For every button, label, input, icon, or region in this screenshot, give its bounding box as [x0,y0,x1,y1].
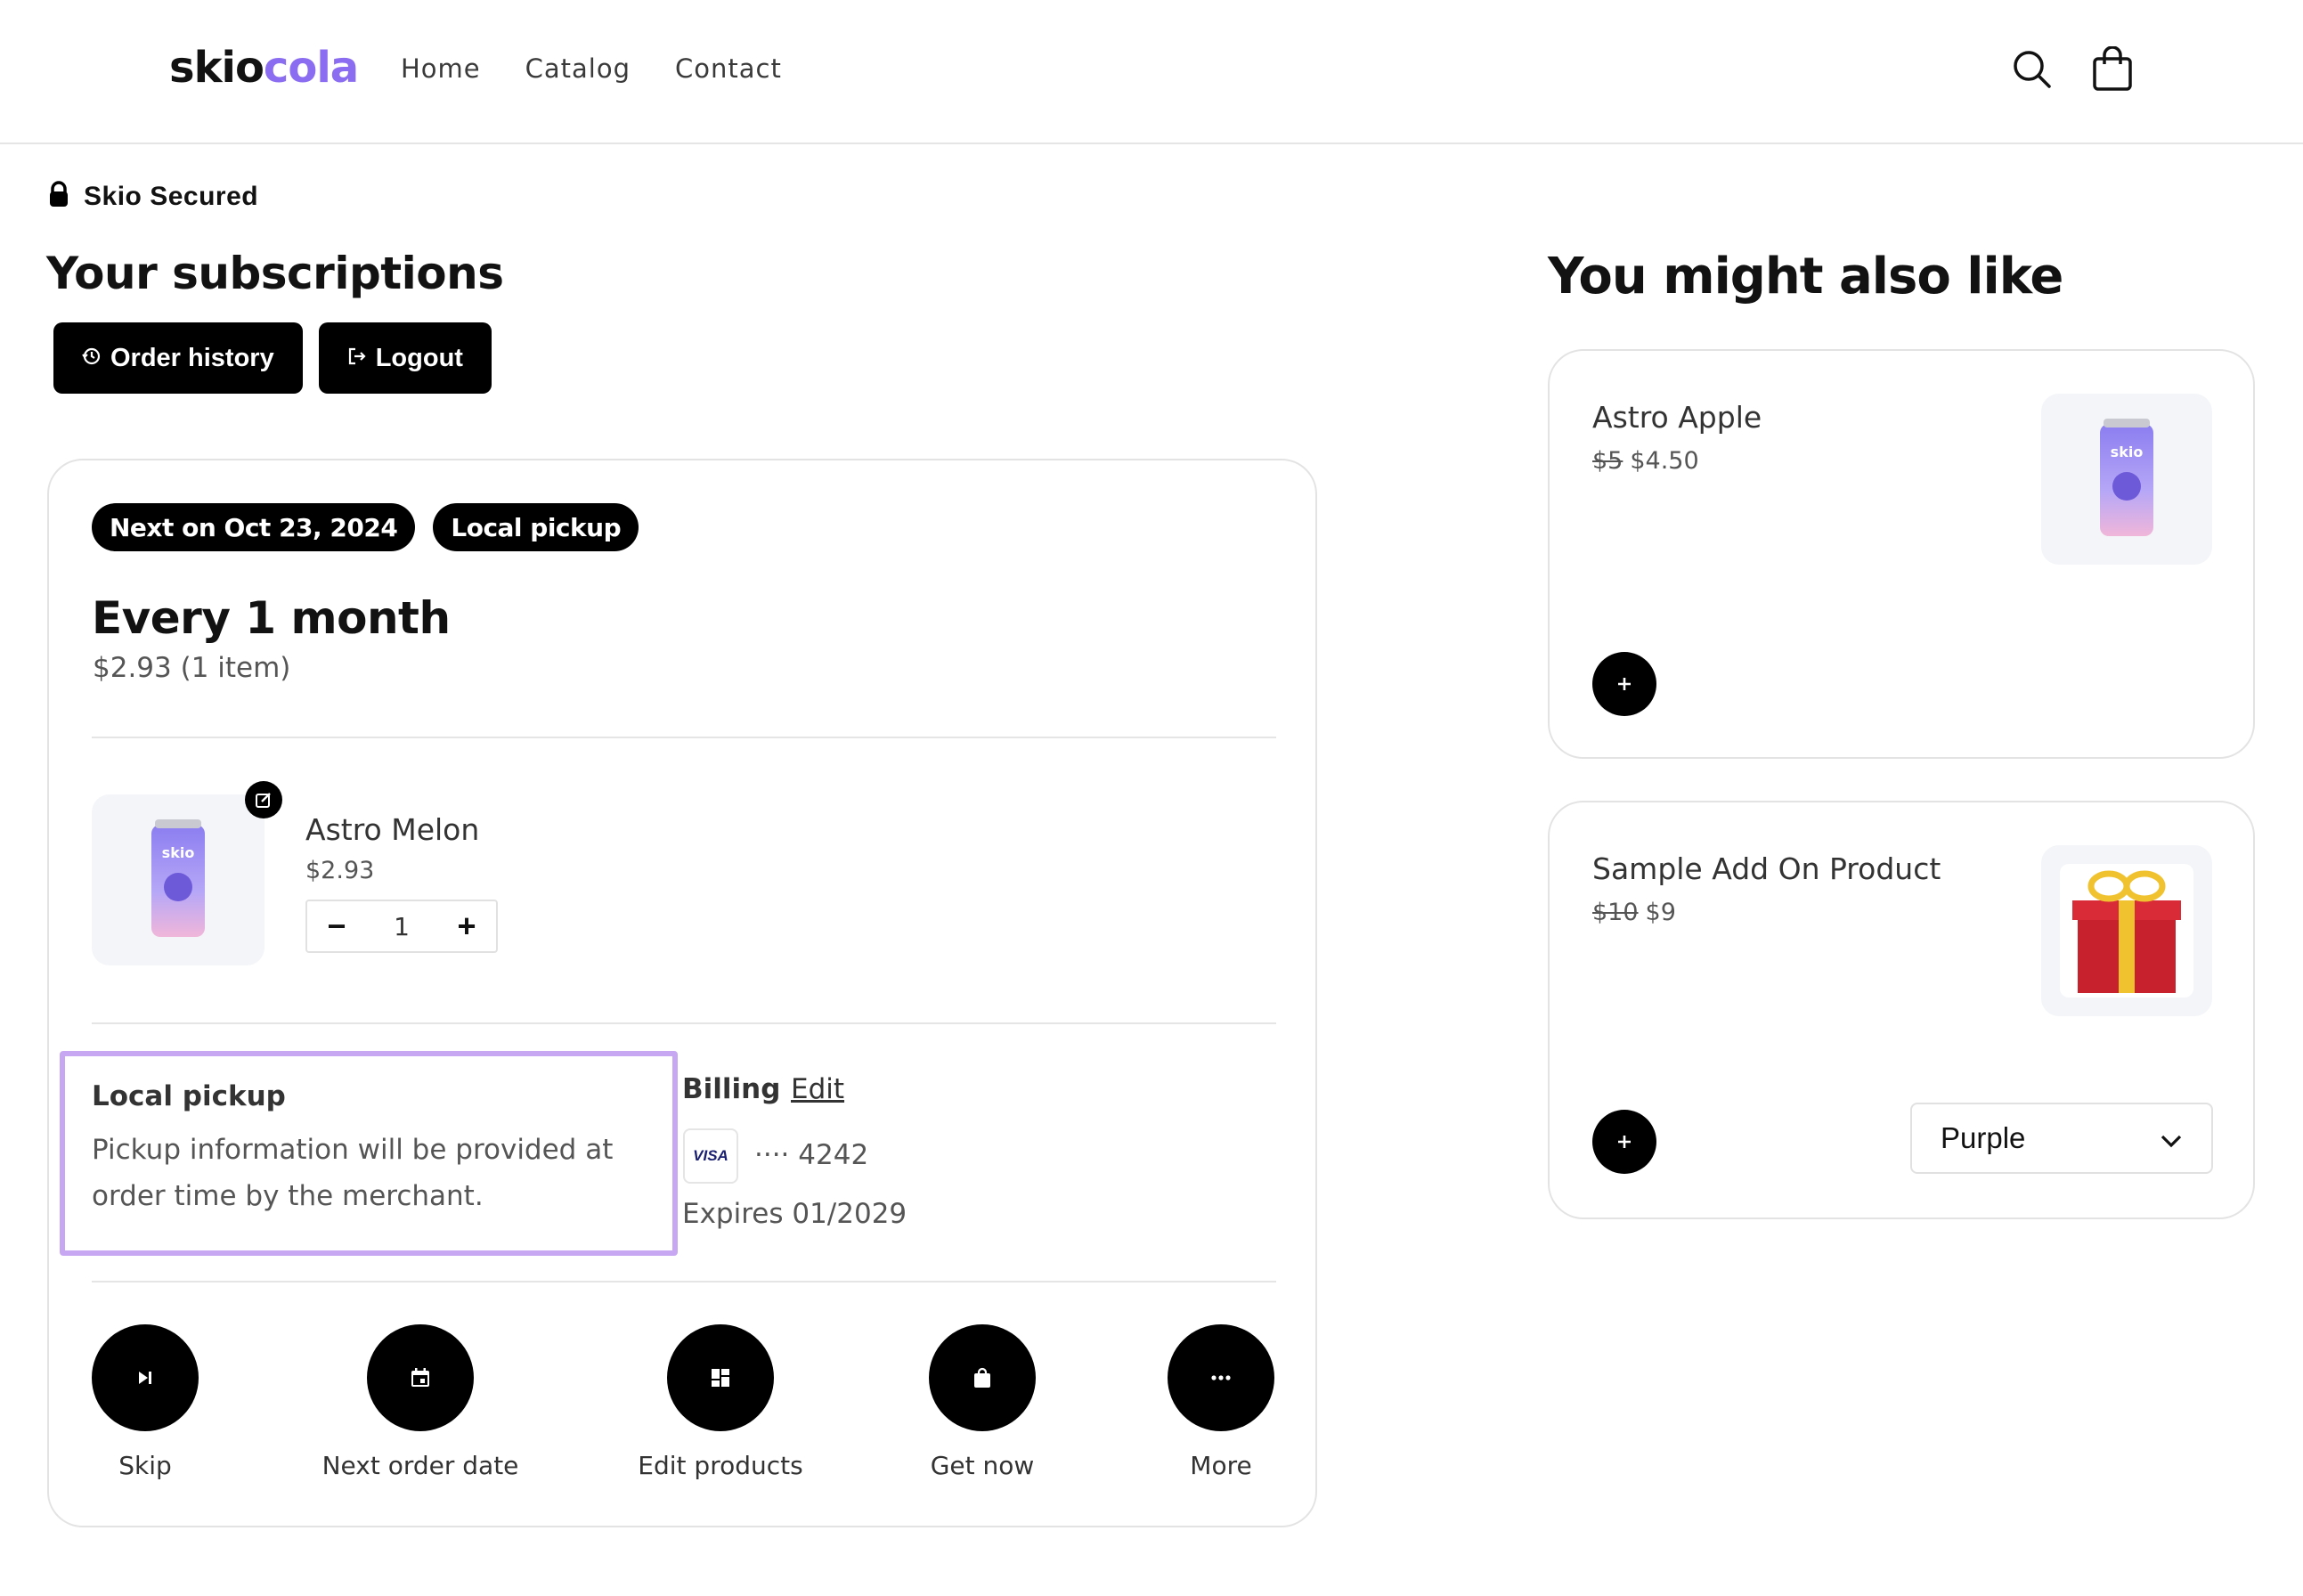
rec-sale-price: $9 [1645,899,1676,926]
card-number: ···· 4242 [754,1139,869,1171]
rec-old-price: $10 [1592,899,1639,926]
bag-icon[interactable] [929,1324,1036,1431]
add-to-subscription-button[interactable] [1592,652,1656,716]
product-name: Astro Melon [305,812,480,847]
recommendation-card: Sample Add On Product $10 $9 Purple [1548,801,2255,1219]
variant-value: Purple [1941,1121,2026,1154]
skip-icon[interactable] [92,1324,199,1431]
logout-icon [347,344,367,373]
nav-contact[interactable]: Contact [675,53,782,84]
order-history-button[interactable]: Order history [53,322,303,394]
quantity-decrease-button[interactable]: − [307,901,366,951]
nav-catalog[interactable]: Catalog [525,53,631,84]
logo-part-cola: cola [263,43,359,93]
nav-home[interactable]: Home [401,53,481,84]
quantity-increase-button[interactable]: + [437,901,496,951]
page-title: Your subscriptions [46,248,504,299]
recommendations-title: You might also like [1548,248,2063,305]
subscription-badges: Next on Oct 23, 2024 Local pickup [92,503,639,551]
secured-label: Skio Secured [84,181,259,211]
recommendation-card: Astro Apple $5 $4.50 skio [1548,349,2255,759]
svg-text:skio: skio [2111,444,2144,460]
rec-product-price: $5 $4.50 [1592,447,1699,475]
chevron-down-icon [2160,1121,2183,1155]
rec-old-price: $5 [1592,447,1623,475]
card-expiry: Expires 01/2029 [682,1198,907,1230]
history-icon [82,344,102,373]
next-order-date-label: Next order date [321,1451,519,1480]
edit-products-action[interactable]: Edit products [605,1324,836,1480]
logout-label: Logout [375,343,463,372]
divider [92,1281,1276,1282]
pickup-text: Pickup information will be provided at o… [92,1134,614,1212]
add-to-subscription-button[interactable] [1592,1110,1656,1174]
subscription-frequency: Every 1 month [92,592,451,644]
variant-select[interactable]: Purple [1910,1103,2213,1174]
edit-product-icon[interactable] [245,781,282,818]
rec-product-name: Astro Apple [1592,400,1762,435]
skip-label: Skip [118,1451,172,1480]
logo-part-skio: skio [169,43,264,93]
account-buttons: Order history Logout [53,322,492,394]
more-icon[interactable] [1168,1324,1274,1431]
rec-product-image: skio [2041,394,2212,565]
next-date-badge: Next on Oct 23, 2024 [92,503,416,551]
get-now-label: Get now [930,1451,1035,1480]
skip-action[interactable]: Skip [29,1324,261,1480]
edit-products-label: Edit products [638,1451,803,1480]
divider [92,1022,1276,1024]
logo[interactable]: skiocola [169,43,359,93]
product-image: skio [92,794,264,965]
next-order-date-action[interactable]: Next order date [305,1324,536,1480]
lock-icon [48,181,69,212]
cart-icon[interactable] [2091,45,2134,93]
subscription-card: Next on Oct 23, 2024 Local pickup Every … [47,459,1317,1527]
secured-indicator: Skio Secured [48,181,258,212]
billing-edit-link[interactable]: Edit [791,1073,844,1105]
logout-button[interactable]: Logout [318,322,492,394]
rec-sale-price: $4.50 [1630,447,1699,475]
pickup-title: Local pickup [92,1080,286,1112]
site-header: skiocola Home Catalog Contact [0,0,2303,144]
grid-icon[interactable] [667,1324,774,1431]
order-history-label: Order history [110,343,274,372]
visa-card-icon: VISA [683,1128,738,1184]
more-label: More [1190,1451,1252,1480]
billing-title: Billing [682,1073,781,1105]
more-action[interactable]: More [1105,1324,1337,1480]
rec-product-name: Sample Add On Product [1592,851,1941,886]
quantity-value[interactable]: 1 [366,912,437,941]
main-nav: Home Catalog Contact [401,53,782,84]
product-price: $2.93 [305,857,375,884]
gift-box-image [2041,845,2212,1016]
calendar-icon[interactable] [367,1324,474,1431]
rec-product-price: $10 $9 [1592,899,1676,926]
quantity-stepper: − 1 + [305,900,498,953]
svg-text:skio: skio [162,844,195,861]
search-icon[interactable] [2011,46,2054,93]
get-now-action[interactable]: Get now [867,1324,1098,1480]
subscription-price: $2.93 (1 item) [93,652,291,684]
divider [92,737,1276,738]
local-pickup-badge: Local pickup [433,503,639,551]
